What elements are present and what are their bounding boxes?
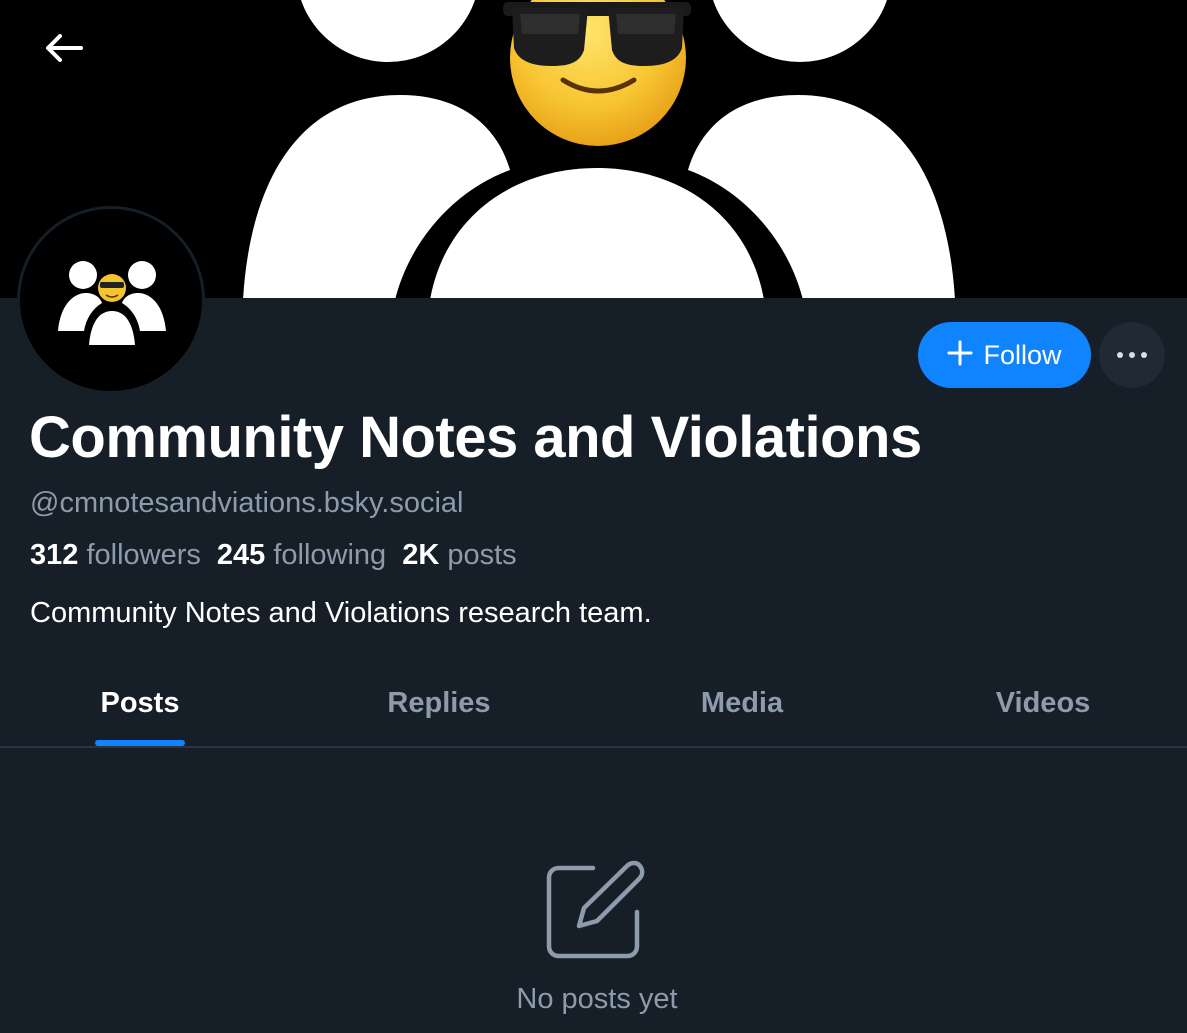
following-count: 245 [216, 539, 266, 571]
plus-icon [947, 340, 973, 371]
posts-count: 2K [402, 539, 440, 571]
tab-replies[interactable]: Replies [369, 660, 509, 746]
follow-label: Follow [983, 339, 1062, 370]
profile-handle: @cmnotesandviations.bsky.social [30, 487, 464, 519]
followers-label: followers [86, 539, 201, 571]
following-stat[interactable]: 245 following [217, 539, 386, 572]
profile-page: Follow Community Notes and Violations @c… [0, 0, 1187, 1033]
more-options-button[interactable] [1099, 322, 1165, 388]
posts-stat: 2K posts [402, 539, 516, 572]
tab-posts[interactable]: Posts [75, 660, 205, 746]
following-label: following [273, 539, 387, 571]
followers-stat[interactable]: 312 followers [30, 539, 201, 572]
profile-stats: 312 followers 245 following 2K posts [30, 539, 517, 572]
ellipsis-icon [1116, 346, 1148, 364]
profile-bio: Community Notes and Violations research … [30, 597, 652, 629]
active-tab-indicator [95, 740, 185, 746]
posts-label: posts [447, 539, 517, 571]
follow-button[interactable]: Follow [918, 322, 1091, 388]
profile-tabs: Posts Replies Media Videos [0, 660, 1187, 748]
followers-count: 312 [30, 539, 79, 571]
tab-videos[interactable]: Videos [978, 660, 1108, 746]
avatar-image [20, 209, 202, 391]
tab-media[interactable]: Media [677, 660, 807, 746]
avatar[interactable] [17, 206, 205, 394]
compose-icon [545, 860, 645, 960]
arrow-left-icon [44, 33, 84, 68]
display-name: Community Notes and Violations [29, 405, 922, 470]
empty-state-text: No posts yet [516, 983, 678, 1015]
back-button[interactable] [34, 22, 94, 78]
